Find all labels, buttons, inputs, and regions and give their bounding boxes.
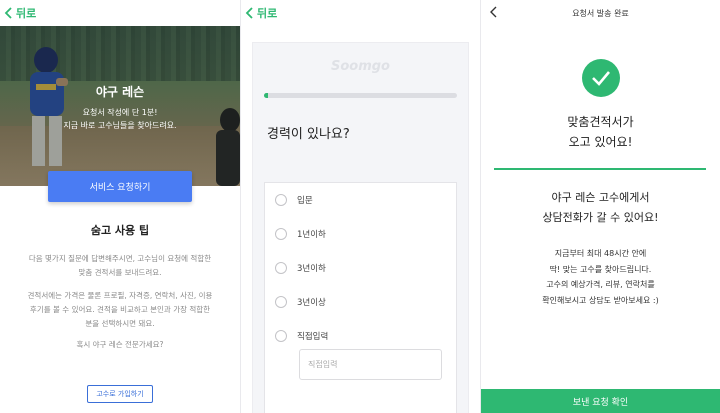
back-label: 뒤로 [257, 7, 278, 20]
tip-paragraph: 다음 몇가지 질문에 답변해주시면, 고수님이 요청에 적합한 맞춤 견적서를 … [0, 252, 240, 280]
hero-subtitle-line: 지금 바로 고수님들을 찾아드려요. [63, 121, 177, 130]
lesson-intro-screen: 뒤로 야구 레슨 요청서 작성에 단 1분! 지금 바로 고수님들을 찾아드려요… [0, 0, 240, 413]
headline: 맞춤견적서가 오고 있어요! [481, 112, 720, 152]
chevron-left-icon [245, 7, 253, 19]
success-badge [582, 59, 620, 97]
tip-line: 다음 몇가지 질문에 답변해주시면, 고수님이 요청에 적합한 [28, 254, 212, 263]
tip-line: 맞춤 견적서를 보내드려요. [78, 268, 162, 277]
direct-input-field[interactable] [299, 349, 442, 380]
request-service-button[interactable]: 서비스 요청하기 [48, 171, 192, 202]
subheadline-line: 상담전화가 갈 수 있어요! [542, 211, 659, 224]
tip-line: 견적서에는 가격은 물론 프로필, 자격증, 연락처, 사진, 이용 [27, 291, 213, 300]
join-as-expert-button[interactable]: 고수로 가입하기 [87, 385, 153, 403]
tip-line: 후기를 볼 수 있어요. 견적을 비교하고 본인과 가장 적합한 [29, 305, 211, 314]
back-label: 뒤로 [16, 7, 37, 20]
option-item[interactable]: 1년이하 [265, 217, 456, 251]
progress-fill [264, 93, 268, 98]
radio-button[interactable] [275, 296, 287, 308]
expert-prompt: 혹시 야구 레슨 전문가세요? [76, 340, 164, 349]
progress-bar [264, 93, 457, 98]
subheadline: 야구 레슨 고수에게서 상담전화가 갈 수 있어요! [481, 188, 720, 228]
option-item[interactable]: 입문 [265, 183, 456, 217]
question-card: Soomgo 경력이 있나요? 입문 1년이하 3년이하 3년이상 직접입력 직… [252, 42, 469, 413]
option-label: 1년이하 [297, 230, 326, 240]
back-button[interactable]: 뒤로 [4, 5, 36, 21]
chevron-left-icon [4, 7, 12, 19]
option-label: 직접입력 [297, 332, 329, 342]
hero-image: 야구 레슨 요청서 작성에 단 1분! 지금 바로 고수님들을 찾아드려요. [0, 26, 240, 186]
tips-title: 숨고 사용 팁 [90, 224, 150, 237]
hero-subtitle: 요청서 작성에 단 1분! 지금 바로 고수님들을 찾아드려요. [0, 106, 240, 132]
headline-line: 오고 있어요! [568, 135, 633, 149]
radio-button[interactable] [275, 228, 287, 240]
hero-title: 야구 레슨 [95, 85, 145, 99]
options-list: 입문 1년이하 3년이하 3년이상 직접입력 [264, 182, 457, 413]
tip-paragraph: 견적서에는 가격은 물론 프로필, 자격증, 연락처, 사진, 이용 후기를 볼… [0, 289, 240, 331]
question-title: 경력이 있나요? [267, 127, 350, 142]
tip-line: 분을 선택하시면 돼요. [85, 319, 155, 328]
option-item-direct[interactable]: 직접입력 [265, 319, 456, 353]
top-bar: 뒤로 [241, 0, 480, 26]
info-text: 지금부터 최대 48시간 안에 딱! 맞는 고수를 찾아드립니다. 고수의 예상… [481, 246, 720, 308]
hero-subtitle-line: 요청서 작성에 단 1분! [82, 108, 158, 117]
subheadline-line: 야구 레슨 고수에게서 [551, 191, 650, 204]
info-line: 고수의 예상가격, 리뷰, 연락처를 [546, 280, 655, 289]
divider [494, 168, 706, 170]
info-line: 딱! 맞는 고수를 찾아드립니다. [549, 264, 652, 274]
top-bar: 뒤로 [0, 0, 240, 26]
back-button[interactable]: 뒤로 [245, 5, 277, 21]
option-label: 3년이하 [297, 264, 326, 274]
brand-watermark: Soomgo [330, 59, 390, 74]
option-label: 입문 [297, 196, 313, 206]
view-sent-requests-button[interactable]: 보낸 요청 확인 [481, 389, 720, 413]
headline-line: 맞춤견적서가 [567, 115, 634, 129]
request-complete-screen: 요청서 발송 완료 맞춤견적서가 오고 있어요! 야구 레슨 고수에게서 상담전… [481, 0, 720, 413]
option-item[interactable]: 3년이하 [265, 251, 456, 285]
chevron-left-icon[interactable] [489, 6, 499, 18]
radio-button[interactable] [275, 262, 287, 274]
checkmark-icon [592, 71, 610, 86]
option-item[interactable]: 3년이상 [265, 285, 456, 319]
header: 요청서 발송 완료 [481, 0, 720, 26]
radio-button[interactable] [275, 330, 287, 342]
info-line: 확인해보시고 상담도 받아보세요 :) [542, 295, 659, 305]
radio-button[interactable] [275, 194, 287, 206]
info-line: 지금부터 최대 48시간 안에 [554, 249, 647, 258]
header-title: 요청서 발송 완료 [572, 8, 629, 18]
option-label: 3년이상 [297, 298, 326, 308]
question-screen: 뒤로 Soomgo 경력이 있나요? 입문 1년이하 3년이하 3년이상 직접입… [241, 0, 480, 413]
